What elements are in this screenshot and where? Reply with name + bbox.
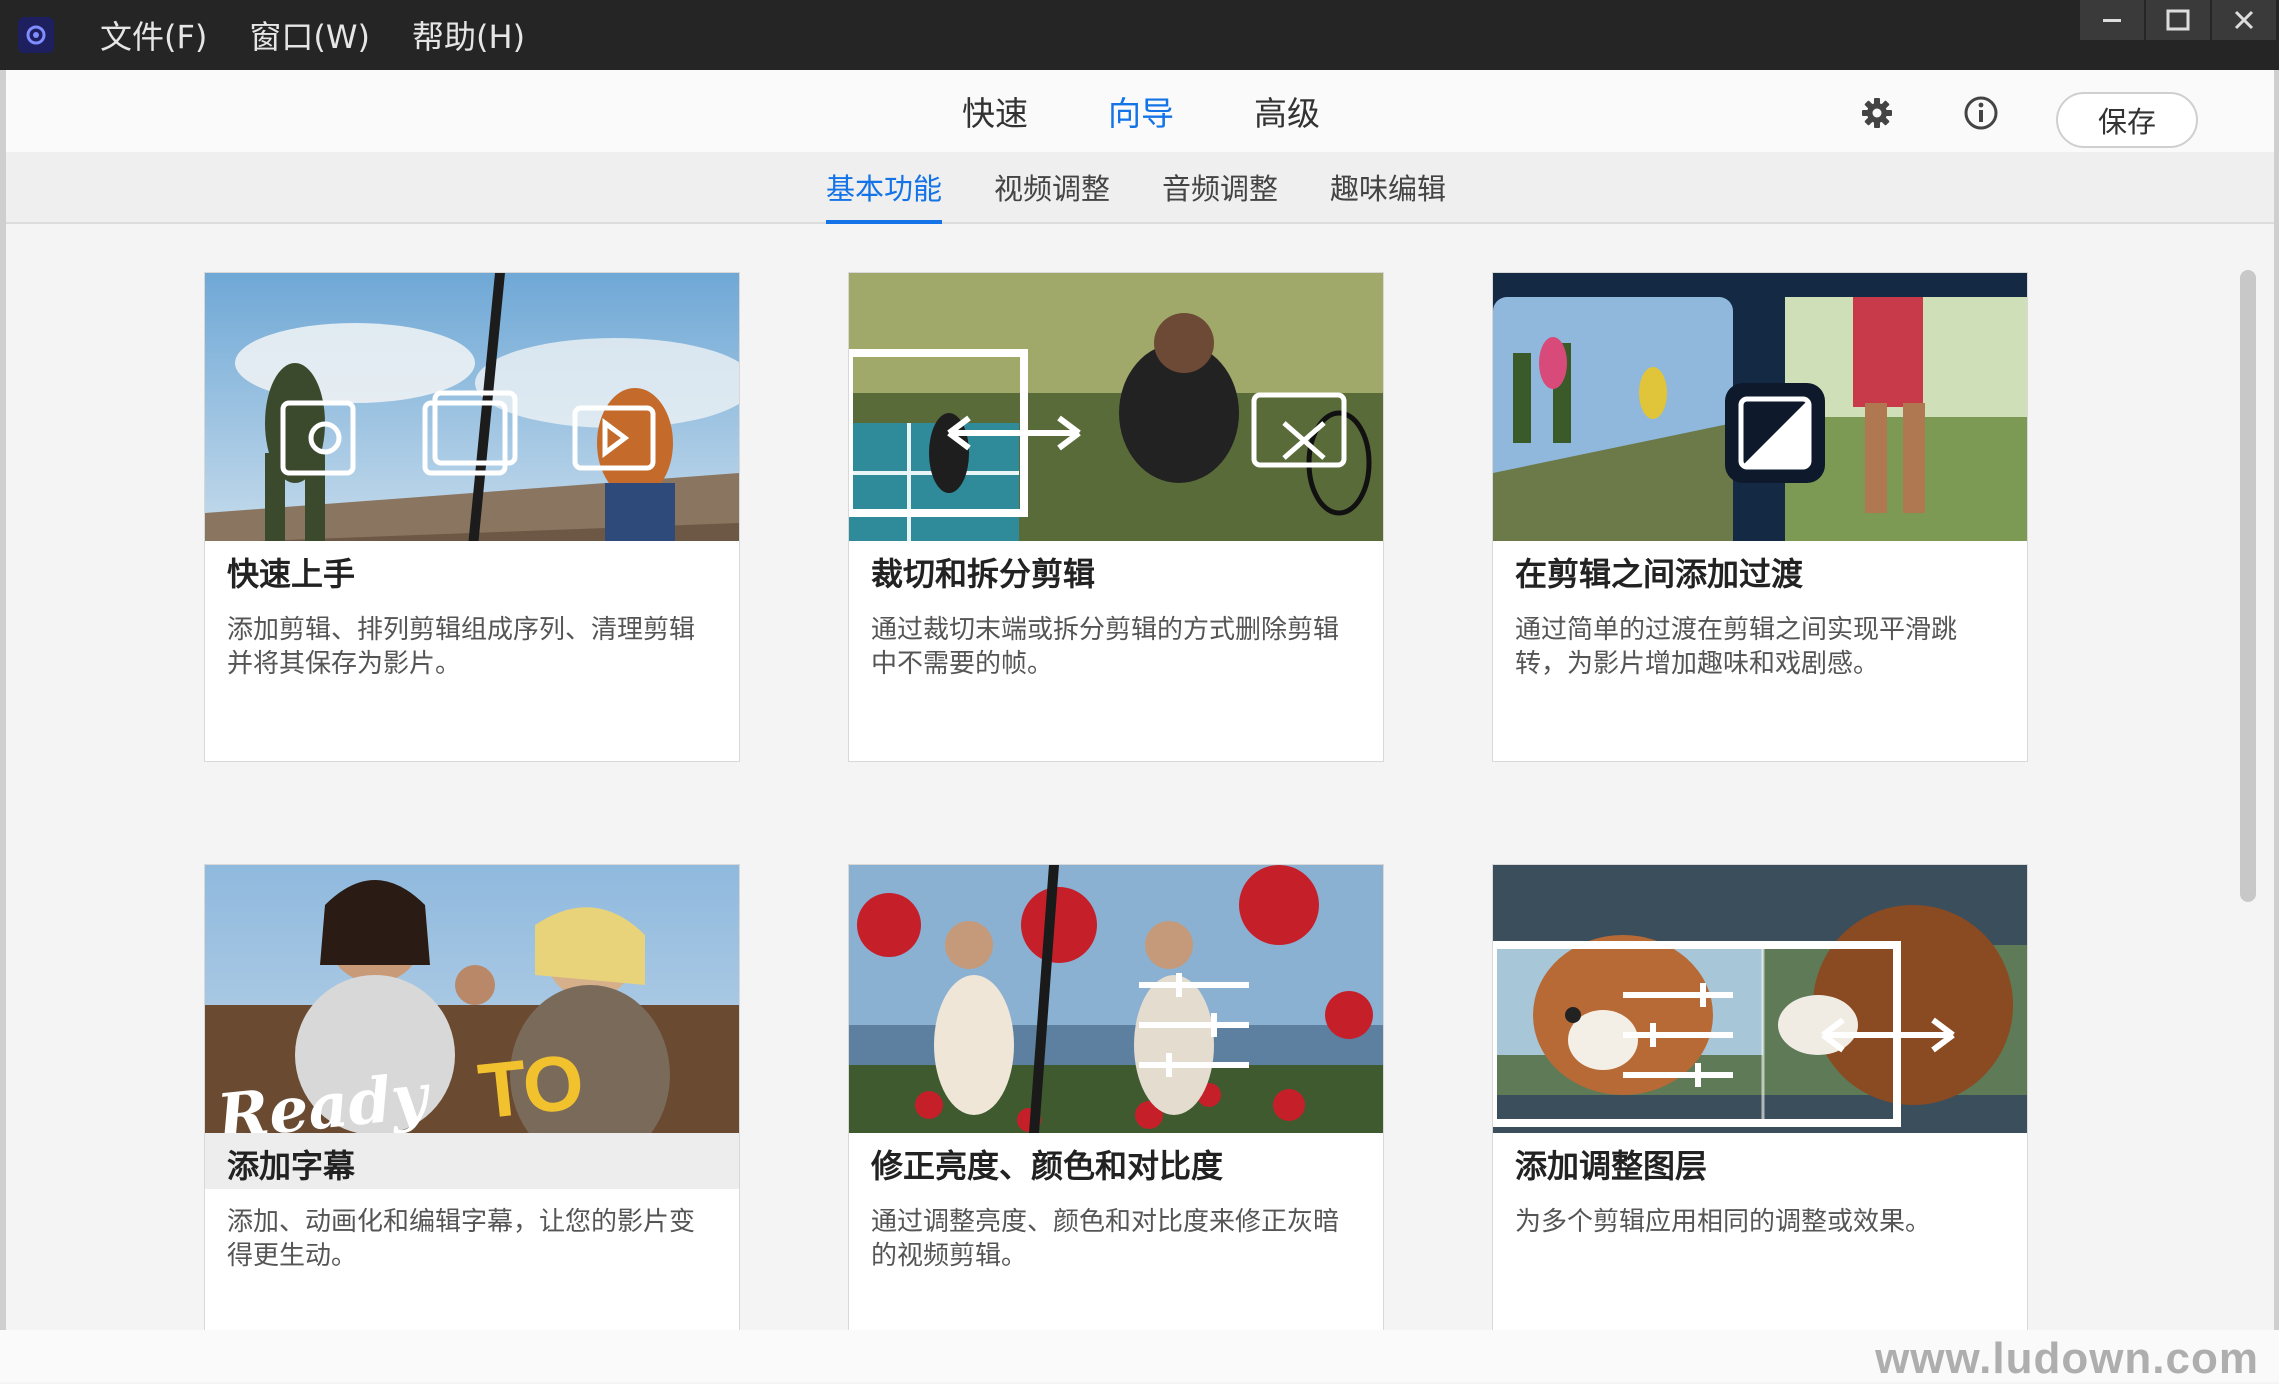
card-thumbnail bbox=[205, 273, 739, 541]
tab-audio-adjust[interactable]: 音频调整 bbox=[1162, 152, 1278, 222]
mode-guided[interactable]: 向导 bbox=[1108, 87, 1174, 135]
card-description: 通过裁切末端或拆分剪辑的方式删除剪辑中不需要的帧。 bbox=[871, 615, 1340, 679]
card-thumbnail bbox=[1493, 273, 2027, 541]
card-thumbnail: Ready TO RIDE! bbox=[205, 865, 739, 1133]
card-add-transitions[interactable]: 在剪辑之间添加过渡 通过简单的过渡在剪辑之间实现平滑跳转，为影片增加趣味和戏剧感… bbox=[1492, 272, 2028, 762]
card-adjustment-layers[interactable]: 添加调整图层 为多个剪辑应用相同的调整或效果。 bbox=[1492, 864, 2028, 1354]
card-thumbnail bbox=[1493, 865, 2027, 1133]
tab-fun-edit[interactable]: 趣味编辑 bbox=[1330, 152, 1446, 222]
card-trim-split[interactable]: 裁切和拆分剪辑 通过裁切末端或拆分剪辑的方式删除剪辑中不需要的帧。 bbox=[848, 272, 1384, 762]
mode-bar: 快速 向导 高级 保存 bbox=[6, 70, 2274, 152]
card-thumbnail bbox=[849, 865, 1383, 1133]
mode-expert[interactable]: 高级 bbox=[1254, 87, 1320, 135]
card-description: 添加、动画化和编辑字幕，让您的影片变得更生动。 bbox=[227, 1207, 696, 1271]
watermark-text: www.ludown.com bbox=[1875, 1334, 2259, 1383]
close-icon[interactable] bbox=[2212, 0, 2276, 40]
card-quick-start[interactable]: 快速上手 添加剪辑、排列剪辑组成序列、清理剪辑并将其保存为影片。 bbox=[204, 272, 740, 762]
card-fix-brightness-color[interactable]: 修正亮度、颜色和对比度 通过调整亮度、颜色和对比度来修正灰暗的视频剪辑。 bbox=[848, 864, 1384, 1354]
card-description: 为多个剪辑应用相同的调整或效果。 bbox=[1515, 1207, 1932, 1237]
mode-switcher: 快速 向导 高级 bbox=[962, 70, 1400, 152]
subtab-bar: 基本功能 视频调整 音频调整 趣味编辑 bbox=[6, 152, 2274, 224]
card-title: 在剪辑之间添加过渡 bbox=[1515, 555, 1804, 593]
card-title: 添加字幕 bbox=[227, 1147, 356, 1185]
card-title: 修正亮度、颜色和对比度 bbox=[871, 1147, 1224, 1185]
card-description: 通过简单的过渡在剪辑之间实现平滑跳转，为影片增加趣味和戏剧感。 bbox=[1515, 615, 1958, 679]
maximize-icon[interactable] bbox=[2146, 0, 2210, 40]
card-description: 添加剪辑、排列剪辑组成序列、清理剪辑并将其保存为影片。 bbox=[227, 615, 696, 679]
menu-bar: 文件(F) 窗口(W) 帮助(H) bbox=[100, 0, 567, 70]
vertical-scrollbar[interactable] bbox=[2240, 270, 2256, 902]
card-title: 添加调整图层 bbox=[1515, 1147, 1708, 1185]
menu-file[interactable]: 文件(F) bbox=[100, 12, 207, 58]
card-title: 裁切和拆分剪辑 bbox=[871, 555, 1096, 593]
save-button[interactable]: 保存 bbox=[2056, 92, 2198, 148]
app-logo-icon bbox=[18, 17, 54, 53]
tab-basic[interactable]: 基本功能 bbox=[826, 152, 943, 224]
menu-help[interactable]: 帮助(H) bbox=[412, 12, 525, 58]
minimize-icon[interactable] bbox=[2080, 0, 2144, 40]
card-title: 快速上手 bbox=[227, 555, 356, 593]
title-bar: 文件(F) 窗口(W) 帮助(H) bbox=[0, 0, 2279, 70]
card-add-titles[interactable]: Ready TO RIDE! 添加字幕 添加、动画化和编辑字幕，让您的影片变得更… bbox=[204, 864, 740, 1354]
card-thumbnail bbox=[849, 273, 1383, 541]
tab-video-adjust[interactable]: 视频调整 bbox=[994, 152, 1110, 222]
guided-edits-grid: 快速上手 添加剪辑、排列剪辑组成序列、清理剪辑并将其保存为影片。 裁切和拆分剪辑… bbox=[6, 226, 2274, 1354]
card-description: 通过调整亮度、颜色和对比度来修正灰暗的视频剪辑。 bbox=[871, 1207, 1340, 1271]
window-border-right bbox=[2274, 70, 2279, 1330]
info-icon[interactable] bbox=[1962, 94, 2000, 132]
menu-window[interactable]: 窗口(W) bbox=[249, 12, 370, 58]
settings-gear-icon[interactable] bbox=[1858, 94, 1896, 132]
mode-quick[interactable]: 快速 bbox=[962, 87, 1028, 135]
